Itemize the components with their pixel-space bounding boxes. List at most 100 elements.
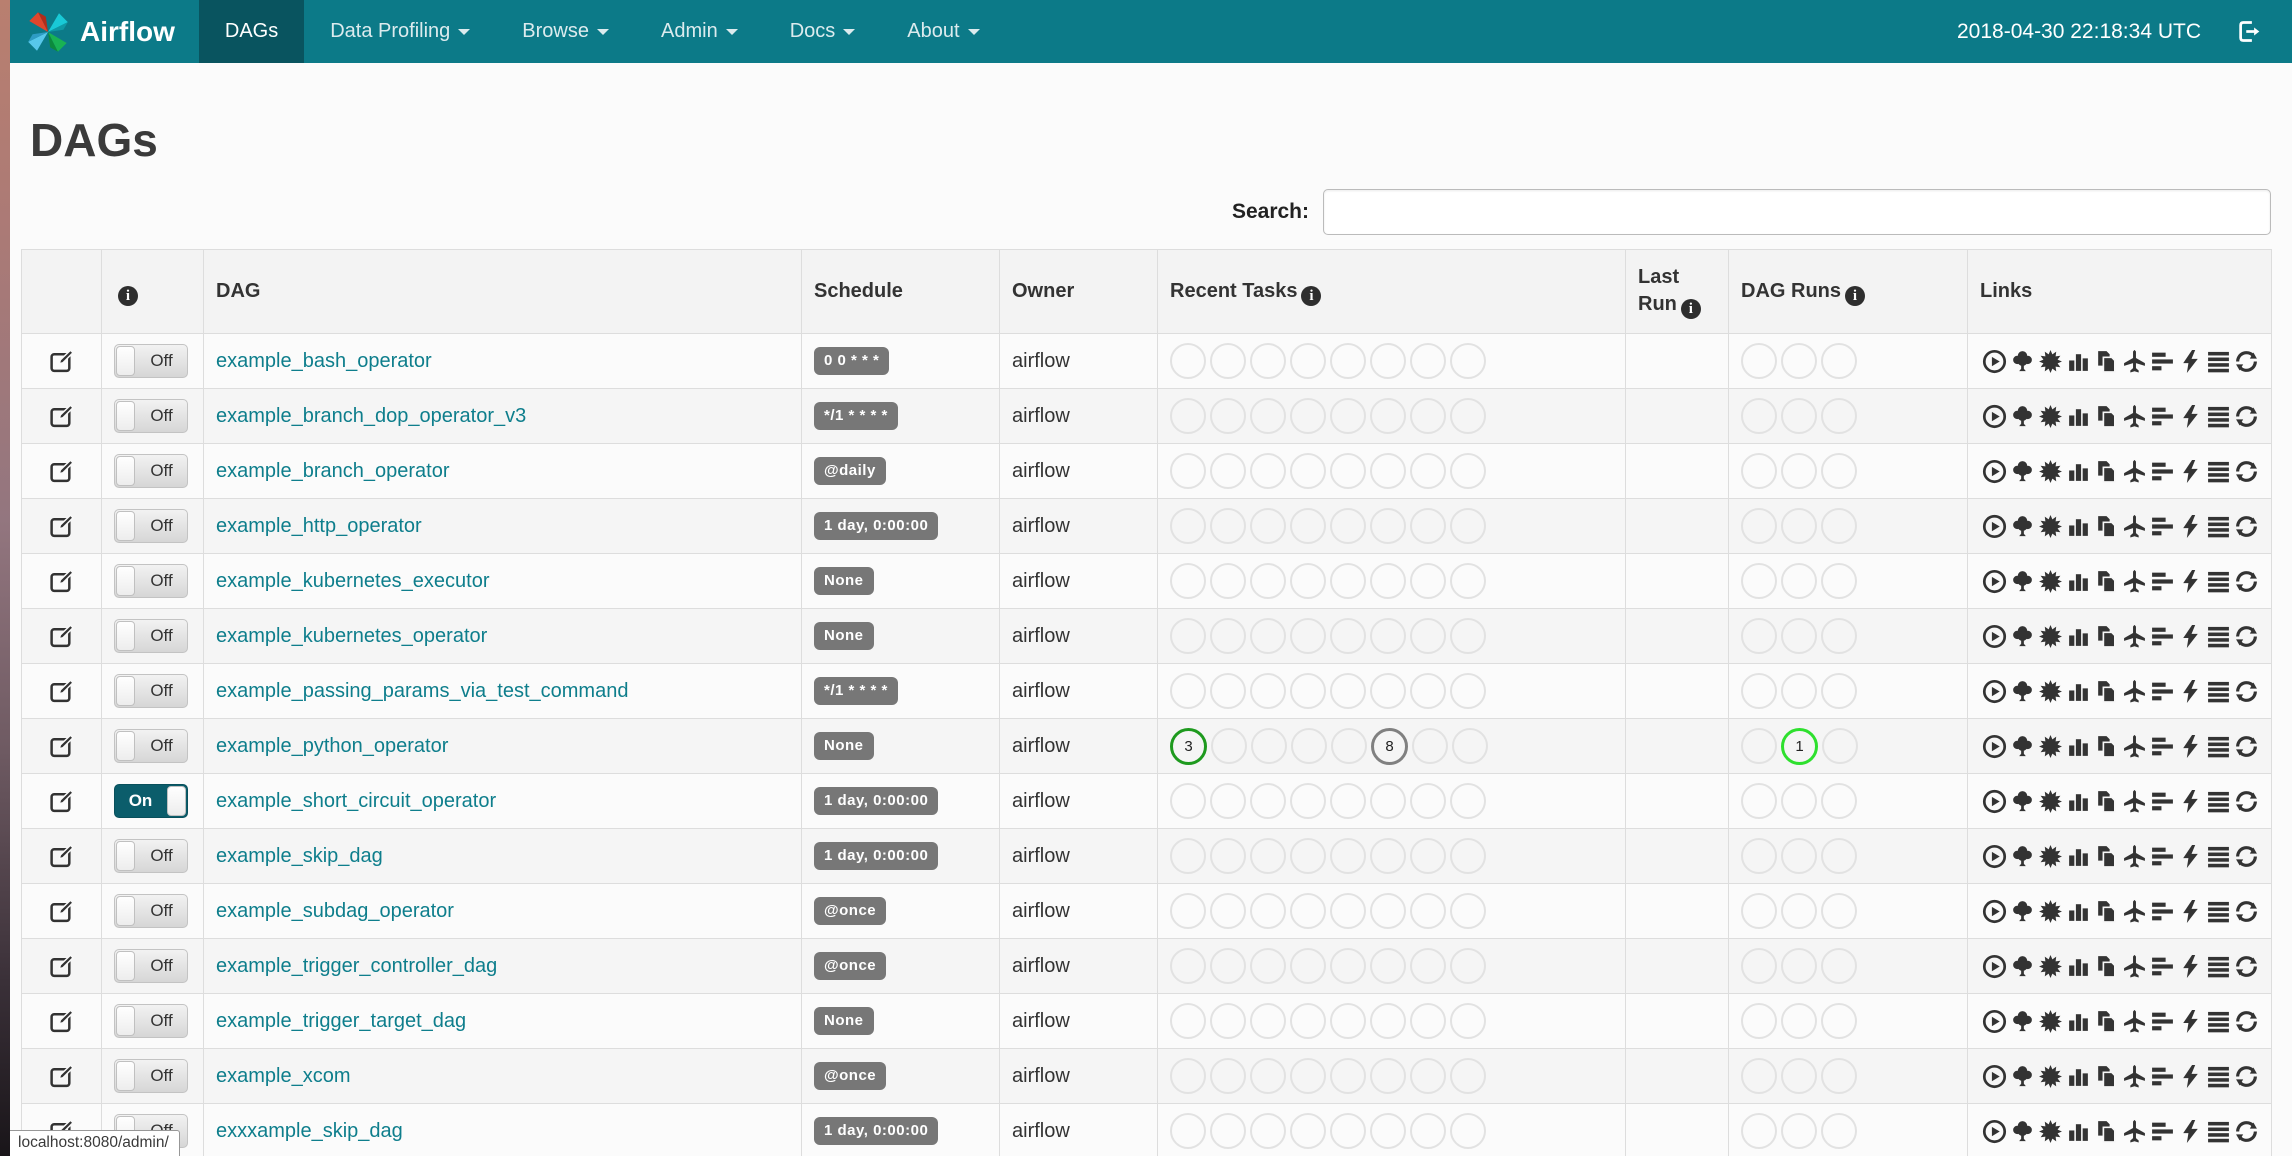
graph-view-icon[interactable] — [2038, 1064, 2063, 1089]
task-duration-icon[interactable] — [2066, 1009, 2091, 1034]
trigger-dag-icon[interactable] — [1982, 1064, 2007, 1089]
task-duration-icon[interactable] — [2066, 459, 2091, 484]
tree-view-icon[interactable] — [2010, 899, 2035, 924]
edit-dag-icon[interactable] — [49, 348, 74, 374]
dag-pause-toggle[interactable]: Off — [114, 344, 188, 379]
refresh-icon[interactable] — [2234, 1009, 2259, 1034]
graph-view-icon[interactable] — [2038, 459, 2063, 484]
code-view-icon[interactable] — [2178, 1064, 2203, 1089]
task-state-circle[interactable]: 3 — [1170, 727, 1207, 765]
refresh-icon[interactable] — [2234, 789, 2259, 814]
dag-pause-toggle[interactable]: Off — [114, 894, 188, 929]
gantt-view-icon[interactable] — [2150, 1009, 2175, 1034]
task-tries-icon[interactable] — [2094, 459, 2119, 484]
logs-icon[interactable] — [2206, 1064, 2231, 1089]
edit-dag-icon[interactable] — [49, 403, 74, 429]
trigger-dag-icon[interactable] — [1982, 349, 2007, 374]
graph-view-icon[interactable] — [2038, 954, 2063, 979]
task-duration-icon[interactable] — [2066, 624, 2091, 649]
dag-pause-toggle[interactable]: Off — [114, 1004, 188, 1039]
edit-dag-icon[interactable] — [49, 623, 74, 649]
code-view-icon[interactable] — [2178, 514, 2203, 539]
dag-link[interactable]: example_http_operator — [216, 515, 422, 537]
edit-dag-icon[interactable] — [49, 788, 74, 814]
dag-pause-toggle[interactable]: On — [114, 784, 188, 819]
dag-pause-toggle[interactable]: Off — [114, 674, 188, 709]
graph-view-icon[interactable] — [2038, 624, 2063, 649]
trigger-dag-icon[interactable] — [1982, 899, 2007, 924]
trigger-dag-icon[interactable] — [1982, 844, 2007, 869]
trigger-dag-icon[interactable] — [1982, 624, 2007, 649]
logs-icon[interactable] — [2206, 734, 2231, 759]
dag-link[interactable]: example_python_operator — [216, 735, 448, 757]
logs-icon[interactable] — [2206, 514, 2231, 539]
graph-view-icon[interactable] — [2038, 734, 2063, 759]
refresh-icon[interactable] — [2234, 954, 2259, 979]
landing-times-icon[interactable] — [2122, 789, 2147, 814]
code-view-icon[interactable] — [2178, 954, 2203, 979]
graph-view-icon[interactable] — [2038, 679, 2063, 704]
landing-times-icon[interactable] — [2122, 679, 2147, 704]
code-view-icon[interactable] — [2178, 404, 2203, 429]
landing-times-icon[interactable] — [2122, 1009, 2147, 1034]
task-duration-icon[interactable] — [2066, 1064, 2091, 1089]
landing-times-icon[interactable] — [2122, 954, 2147, 979]
nav-item-data-profiling[interactable]: Data Profiling — [304, 0, 496, 63]
landing-times-icon[interactable] — [2122, 899, 2147, 924]
graph-view-icon[interactable] — [2038, 844, 2063, 869]
logs-icon[interactable] — [2206, 404, 2231, 429]
trigger-dag-icon[interactable] — [1982, 734, 2007, 759]
task-tries-icon[interactable] — [2094, 789, 2119, 814]
gantt-view-icon[interactable] — [2150, 514, 2175, 539]
dag-pause-toggle[interactable]: Off — [114, 729, 188, 764]
dag-link[interactable]: exxxample_skip_dag — [216, 1120, 403, 1142]
code-view-icon[interactable] — [2178, 844, 2203, 869]
dag-link[interactable]: example_kubernetes_executor — [216, 570, 490, 592]
task-tries-icon[interactable] — [2094, 899, 2119, 924]
edit-dag-icon[interactable] — [49, 733, 74, 759]
landing-times-icon[interactable] — [2122, 1119, 2147, 1144]
dag-pause-toggle[interactable]: Off — [114, 1059, 188, 1094]
gantt-view-icon[interactable] — [2150, 349, 2175, 374]
task-tries-icon[interactable] — [2094, 569, 2119, 594]
dag-link[interactable]: example_short_circuit_operator — [216, 790, 496, 812]
nav-item-admin[interactable]: Admin — [635, 0, 764, 63]
landing-times-icon[interactable] — [2122, 734, 2147, 759]
tree-view-icon[interactable] — [2010, 404, 2035, 429]
refresh-icon[interactable] — [2234, 899, 2259, 924]
logs-icon[interactable] — [2206, 679, 2231, 704]
refresh-icon[interactable] — [2234, 844, 2259, 869]
tree-view-icon[interactable] — [2010, 734, 2035, 759]
refresh-icon[interactable] — [2234, 569, 2259, 594]
dag-pause-toggle[interactable]: Off — [114, 619, 188, 654]
dag-link[interactable]: example_xcom — [216, 1065, 351, 1087]
tree-view-icon[interactable] — [2010, 954, 2035, 979]
refresh-icon[interactable] — [2234, 459, 2259, 484]
gantt-view-icon[interactable] — [2150, 1119, 2175, 1144]
brand-link[interactable]: Airflow — [10, 0, 199, 63]
landing-times-icon[interactable] — [2122, 624, 2147, 649]
code-view-icon[interactable] — [2178, 1009, 2203, 1034]
landing-times-icon[interactable] — [2122, 1064, 2147, 1089]
refresh-icon[interactable] — [2234, 624, 2259, 649]
task-duration-icon[interactable] — [2066, 899, 2091, 924]
nav-item-about[interactable]: About — [881, 0, 1005, 63]
gantt-view-icon[interactable] — [2150, 899, 2175, 924]
edit-dag-icon[interactable] — [49, 1063, 74, 1089]
refresh-icon[interactable] — [2234, 1064, 2259, 1089]
code-view-icon[interactable] — [2178, 624, 2203, 649]
edit-dag-icon[interactable] — [49, 513, 74, 539]
trigger-dag-icon[interactable] — [1982, 569, 2007, 594]
dag-run-circle[interactable]: 1 — [1781, 727, 1818, 765]
graph-view-icon[interactable] — [2038, 899, 2063, 924]
tree-view-icon[interactable] — [2010, 569, 2035, 594]
tree-view-icon[interactable] — [2010, 624, 2035, 649]
task-state-circle[interactable]: 8 — [1371, 727, 1408, 765]
task-tries-icon[interactable] — [2094, 1009, 2119, 1034]
logs-icon[interactable] — [2206, 954, 2231, 979]
task-duration-icon[interactable] — [2066, 954, 2091, 979]
dag-pause-toggle[interactable]: Off — [114, 949, 188, 984]
gantt-view-icon[interactable] — [2150, 404, 2175, 429]
trigger-dag-icon[interactable] — [1982, 789, 2007, 814]
graph-view-icon[interactable] — [2038, 569, 2063, 594]
